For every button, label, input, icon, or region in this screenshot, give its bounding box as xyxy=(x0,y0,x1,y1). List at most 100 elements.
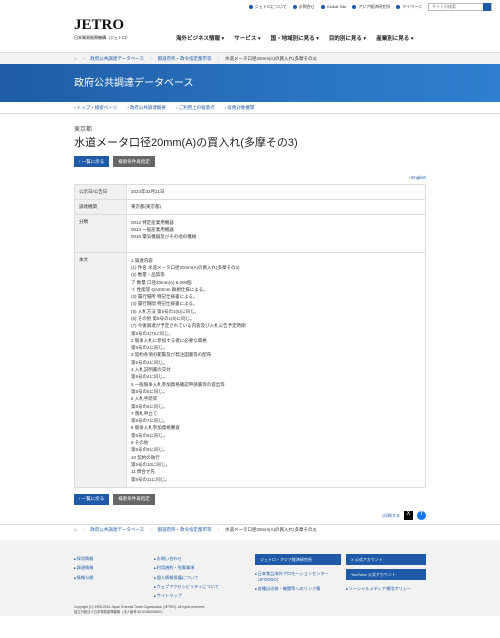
gnav-services[interactable]: サービス ▾ xyxy=(234,36,260,43)
page-banner: 政府公共調達データベース xyxy=(0,64,500,102)
footer-link-social-policy[interactable]: ソーシャルメディア運用ポリシー xyxy=(346,586,426,592)
gnav-by-purpose[interactable]: 目的別に見る ▾ xyxy=(329,36,366,43)
body-line: 11 問合せ先 xyxy=(131,469,155,475)
subnav-overview[interactable]: 政府公共調達概要 xyxy=(127,105,166,111)
user-icon xyxy=(396,5,401,9)
global-nav: 海外ビジネス情報 ▾ サービス ▾ 国・地域別に見る ▾ 目的別に見る ▾ 産業… xyxy=(176,36,413,43)
body-line: (3) 履行場所 特記仕様書による。 xyxy=(131,294,198,300)
body-line: 8 競争入札参加資格審査 xyxy=(131,425,180,431)
home-icon[interactable]: ⌂ xyxy=(74,56,77,62)
breadcrumb-prefecture[interactable]: 都道府県・政令指定都市等 xyxy=(158,527,212,533)
about-link[interactable]: ジェトロについて xyxy=(248,4,287,9)
search-again-button-bottom[interactable]: 検索条件再指定 xyxy=(113,493,155,505)
breadcrumb-prefecture[interactable]: 都道府県・政令指定都市等 xyxy=(158,56,212,62)
about-icon xyxy=(248,5,253,9)
footer-link-disclosure[interactable]: 情報公開 xyxy=(74,575,94,581)
classification: 0012 特定産業用機器 0013 一般産業用機器 0016 電気機器及びその他… xyxy=(126,213,426,253)
youtube-account-button[interactable]: YouTube 公式アカウント xyxy=(346,568,426,580)
gnav-overseas-info[interactable]: 海外ビジネス情報 ▾ xyxy=(176,36,224,43)
footer-link-terms[interactable]: 利用規約・免責事項 xyxy=(154,565,219,571)
home-icon[interactable]: ⌂ xyxy=(74,527,77,533)
body-line: 5 一般競争入札参加資格確認申請書等の提出等 xyxy=(131,381,225,387)
footer-link-jfoodo[interactable]: 日本食品海外プロモーションセンター（JFOODO） xyxy=(255,571,345,582)
utility-bar: ジェトロについて お問合せ Global Site アジア経済研究所 マイページ… xyxy=(0,0,500,14)
gnav-by-industry[interactable]: 産業別に見る ▾ xyxy=(376,36,413,43)
global-site-link[interactable]: Global Site xyxy=(320,4,346,9)
print-link[interactable]: ▯印刷する xyxy=(382,513,400,518)
body-line: (1) 件名 水道メータ口径20mm(A)の買入れ(多摩その3) xyxy=(131,264,240,270)
breadcrumb: ⌂ › 政府公共調達データベース › 都道府県・政令指定都市等 › 水道メータ口径20… xyxy=(0,52,500,64)
breadcrumb-db[interactable]: 政府公共調達データベース xyxy=(90,56,144,62)
body-line: イ 性能等 QA20mm 群規仕様による。 xyxy=(131,286,208,292)
search-icon[interactable] xyxy=(483,3,491,11)
body-line: 第5号の2に同じ。 xyxy=(131,345,168,351)
mypage-link[interactable]: マイページ xyxy=(396,4,422,9)
back-to-list-button-bottom[interactable]: ‹ 一覧に戻る xyxy=(74,493,110,505)
body-line: 第5号の11に同じ。 xyxy=(131,476,170,482)
table-row: 公示日/公告日 2024年02月21日 xyxy=(74,183,426,200)
footer-link-sitemap[interactable]: サイトマップ xyxy=(154,593,219,599)
body-line: 1 調達内容 xyxy=(131,257,153,263)
table-row: 本文 1 調達内容 (1) 件名 水道メータ口径20mm(A)の買入れ(多摩その3… xyxy=(74,251,426,488)
share-bar: ▯印刷する X f xyxy=(74,510,426,520)
body-line: 6 入札手続等 xyxy=(131,396,158,402)
contact-link[interactable]: お問合せ xyxy=(292,4,315,9)
department: 東京都 xyxy=(74,127,93,133)
search-again-button[interactable]: 検索条件再指定 xyxy=(113,156,155,168)
footer-link-links[interactable]: 各種自治体・機関等へのリンク集 xyxy=(255,586,345,592)
footer-col-1: 採用情報 調達情報 情報公開 xyxy=(74,556,94,584)
body-line: 第5号の10に同じ。 xyxy=(131,461,171,467)
breadcrumb-current: 水道メータ口径20mm(A)の買入れ(多摩その3) xyxy=(225,527,317,533)
body-line: (6) その他 第5号の1(6)に同じ。 xyxy=(131,316,195,321)
jetro-logo[interactable]: JETRO 日本貿易振興機構（ジェトロ） xyxy=(74,16,134,40)
asia-institute-link[interactable]: アジア経済研究所 xyxy=(352,4,390,9)
copyright: Copyright (C) 1995-2024 Japan External T… xyxy=(74,605,206,614)
action-buttons-bottom: ‹ 一覧に戻る 検索条件再指定 xyxy=(74,493,426,505)
breadcrumb-db[interactable]: 政府公共調達データベース xyxy=(90,527,144,533)
footer-link-contact[interactable]: お問い合わせ xyxy=(154,556,219,562)
x-account-button[interactable]: X 公式アカウント xyxy=(346,553,426,565)
banner-title: 政府公共調達データベース xyxy=(74,77,194,89)
footer-link-accessibility[interactable]: ウェブアクセシビリティについて xyxy=(154,584,219,590)
body-line: 3 契約条項の範覧及び発注図書等の配布 xyxy=(131,352,212,358)
body-line: 7 落札申立て xyxy=(131,410,158,416)
gnav-by-country[interactable]: 国・地域別に見る ▾ xyxy=(271,36,319,43)
contact-icon xyxy=(292,5,297,9)
body-line: 9 その他 xyxy=(131,440,149,446)
english-link[interactable]: › English xyxy=(74,175,426,181)
asia-institute-button[interactable]: ジェトロ・アジア経済研究所 xyxy=(255,553,341,565)
subnav-top[interactable]: トップ・検索ページ xyxy=(74,105,117,111)
body-line: ア 数量 口径20mm(A) 6,000個 xyxy=(131,279,192,285)
footer-col-3: ジェトロ・アジア経済研究所 日本食品海外プロモーションセンター（JFOODO） … xyxy=(255,553,345,595)
footer-link-procurement[interactable]: 調達情報 xyxy=(74,565,94,571)
subnav-notes[interactable]: ご利用上の留意点 xyxy=(176,105,215,111)
asia-icon xyxy=(352,5,357,9)
footer-col-2: お問い合わせ 利用規約・免責事項 個人情報保護について ウェブアクセシビリティに… xyxy=(154,556,219,603)
body-line: 第5号の3に同じ。 xyxy=(131,359,168,365)
body-line: 第5号の8に同じ。 xyxy=(131,432,168,438)
body-line: 第5号の9に同じ。 xyxy=(131,447,168,453)
globe-icon xyxy=(320,5,325,9)
breadcrumb-bottom: ⌂ › 政府公共調達データベース › 都道府県・政令指定都市等 › 水道メータ口径20… xyxy=(0,523,500,536)
footer-col-4: X 公式アカウント YouTube 公式アカウント ソーシャルメディア運用ポリシ… xyxy=(346,553,426,595)
body-line: 第5号の5に同じ。 xyxy=(131,388,168,394)
table-row: 調達機関 東京都(東京都) xyxy=(74,198,426,215)
x-share-icon[interactable]: X xyxy=(404,510,413,520)
subnav-agencies[interactable]: 役務対象機関 xyxy=(225,105,254,111)
body-line: 第5号の7に同じ。 xyxy=(131,418,168,424)
body-line: 4 入札説明書の交付 xyxy=(131,367,171,373)
page-title: 水道メータ口径20mm(A)の買入れ(多摩その3) xyxy=(74,136,298,149)
body-line: 10 契約の執行 xyxy=(131,454,160,460)
body-line: (5) 入札方法 第5号の1(5)に同じ。 xyxy=(131,308,200,314)
facebook-share-icon[interactable]: f xyxy=(417,510,426,520)
back-to-list-button[interactable]: ‹ 一覧に戻る xyxy=(74,156,110,168)
footer-link-privacy[interactable]: 個人情報保護について xyxy=(154,575,219,581)
site-search-input[interactable]: サイト内検索 xyxy=(428,3,492,11)
notice-date: 2024年02月21日 xyxy=(126,183,426,200)
chevron-right-icon: › xyxy=(408,175,410,181)
main-content: 東京都 水道メータ口径20mm(A)の買入れ(多摩その3) ‹ 一覧に戻る 検索… xyxy=(0,114,500,520)
body-line: (7) 今後調達が予定されている内容及び入札公告予定時期 xyxy=(131,323,246,329)
footer-link-recruit[interactable]: 採用情報 xyxy=(74,556,94,562)
table-row: 分類 0012 特定産業用機器 0013 一般産業用機器 0016 電気機器及び… xyxy=(74,213,426,253)
body-text: 1 調達内容 (1) 件名 水道メータ口径20mm(A)の買入れ(多摩その3) (2… xyxy=(126,251,426,488)
